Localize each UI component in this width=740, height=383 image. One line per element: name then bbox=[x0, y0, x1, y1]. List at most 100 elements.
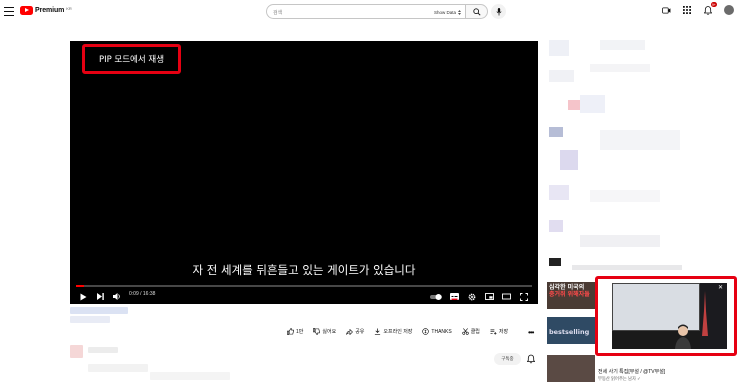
save-label: 저장 bbox=[498, 329, 509, 335]
microphone-icon bbox=[495, 7, 502, 15]
recommendation-thumbnail-2[interactable]: bestselling bbox=[547, 317, 595, 344]
autoplay-toggle-icon bbox=[430, 293, 442, 300]
search-icon bbox=[472, 7, 481, 16]
thumb2-title: bestselling bbox=[549, 328, 590, 336]
offline-save-label: 오프라인 저장 bbox=[383, 329, 413, 335]
progress-bar[interactable] bbox=[76, 285, 532, 287]
bell-icon bbox=[704, 5, 712, 15]
blur-block bbox=[549, 258, 561, 266]
blur-block bbox=[549, 70, 574, 82]
thumbs-down-icon bbox=[313, 328, 321, 335]
logo-text: Premium bbox=[35, 7, 65, 14]
fullscreen-button[interactable] bbox=[519, 291, 529, 302]
voice-search-button[interactable] bbox=[491, 4, 506, 19]
more-actions-button[interactable]: ••• bbox=[528, 328, 534, 337]
play-icon bbox=[80, 293, 86, 300]
create-button[interactable] bbox=[661, 5, 671, 15]
dislike-button[interactable]: 싫어요 bbox=[313, 328, 336, 335]
subscriber-count-blurred bbox=[88, 364, 148, 372]
gear-icon bbox=[468, 293, 476, 300]
pip-recommendation-title[interactable]: 전세 사기 특집[부설 / @TV부설] bbox=[598, 368, 665, 375]
channel-name-blurred[interactable] bbox=[88, 347, 118, 353]
thumb-title-line-2: 충거쥐 위해자들 bbox=[549, 291, 590, 298]
pip-close-icon[interactable]: ✕ bbox=[718, 284, 723, 291]
share-icon bbox=[346, 328, 354, 335]
blur-block bbox=[568, 100, 580, 110]
blur-block bbox=[590, 64, 650, 72]
pip-presenter-image bbox=[675, 324, 691, 349]
video-player[interactable]: PIP 모드에서 재생 자 전 세계를 뒤흔들고 있는 게이트가 있습니다 0:… bbox=[70, 41, 538, 304]
like-button[interactable]: 1만 bbox=[287, 328, 303, 335]
blur-block bbox=[560, 150, 578, 170]
progress-played bbox=[76, 285, 84, 287]
notifications-button[interactable]: 9+ bbox=[703, 2, 717, 15]
apps-grid-icon bbox=[683, 6, 691, 14]
subtitles-button[interactable] bbox=[449, 291, 459, 302]
subscribe-button[interactable]: 구독중 bbox=[494, 353, 521, 365]
share-button[interactable]: 공유 bbox=[346, 328, 364, 335]
theater-mode-button[interactable] bbox=[501, 291, 511, 302]
theater-mode-icon bbox=[501, 293, 511, 300]
show-data-toggle[interactable]: Show Data bbox=[434, 8, 461, 16]
blur-block bbox=[580, 235, 660, 247]
autoplay-toggle[interactable] bbox=[430, 291, 442, 302]
miniplayer-icon bbox=[484, 293, 494, 300]
blur-block bbox=[590, 190, 660, 202]
show-data-label: Show Data bbox=[433, 9, 456, 15]
hamburger-menu-icon[interactable] bbox=[4, 7, 14, 16]
subtitles-icon bbox=[449, 293, 459, 300]
volume-icon bbox=[113, 293, 120, 300]
pip-recommendation-channel[interactable]: 부동산 읽어주는 남자 ✓ bbox=[598, 376, 641, 382]
pip-mode-label: PIP 모드에서 재생 bbox=[98, 55, 165, 65]
save-playlist-button[interactable]: 저장 bbox=[490, 328, 508, 335]
miniplayer-button[interactable] bbox=[484, 291, 494, 302]
thumbs-up-icon bbox=[287, 328, 294, 335]
rec-text-blurred bbox=[598, 362, 599, 367]
blur-block bbox=[600, 130, 680, 150]
play-button[interactable] bbox=[78, 291, 88, 302]
blur-block bbox=[580, 95, 605, 113]
search-placeholder: 검색 bbox=[273, 10, 283, 16]
pip-window[interactable]: ✕ bbox=[595, 276, 737, 356]
clip-label: 클립 bbox=[470, 329, 480, 335]
blur-block bbox=[549, 40, 569, 56]
logo-region: KR bbox=[66, 5, 72, 11]
updown-arrow-icon bbox=[458, 9, 461, 15]
search-bar: 검색 Show Data bbox=[266, 4, 488, 19]
volume-button[interactable] bbox=[112, 291, 122, 302]
account-avatar[interactable] bbox=[724, 5, 734, 15]
top-bar: Premium KR 검색 Show Data 9+ bbox=[0, 0, 740, 24]
blur-block bbox=[572, 265, 682, 270]
dislike-label: 싫어요 bbox=[322, 329, 337, 335]
skip-next-icon bbox=[96, 293, 104, 300]
recommendation-thumbnail-3[interactable] bbox=[547, 355, 595, 382]
clip-button[interactable]: 클립 bbox=[461, 328, 480, 335]
thanks-label: THANKS bbox=[431, 328, 452, 335]
thanks-button[interactable]: THANKS bbox=[422, 328, 452, 335]
subscribe-label: 구독중 bbox=[501, 356, 514, 361]
blur-block bbox=[600, 40, 645, 50]
like-count: 1만 bbox=[296, 329, 304, 335]
video-title-blurred bbox=[70, 307, 128, 314]
search-button[interactable] bbox=[465, 4, 488, 19]
video-camera-icon bbox=[661, 6, 670, 14]
recommendation-thumbnail-1[interactable]: 심각한 미국의 충거쥐 위해자들 bbox=[547, 282, 595, 309]
download-icon bbox=[375, 328, 381, 335]
pip-video[interactable]: ✕ bbox=[612, 283, 727, 349]
thanks-icon bbox=[422, 328, 430, 335]
channel-avatar-blurred[interactable] bbox=[70, 345, 83, 358]
video-title-blurred-2 bbox=[70, 316, 110, 323]
subscription-bell-icon[interactable] bbox=[527, 354, 535, 364]
offline-save-button[interactable]: 오프라인 저장 bbox=[374, 328, 412, 335]
thumb-title-line-1: 심각한 미국의 bbox=[549, 284, 585, 291]
settings-button[interactable] bbox=[467, 291, 477, 302]
video-actions: 1만 싫어요 공유 오프라인 저장 THANKS 클립 저장 bbox=[287, 328, 508, 335]
share-label: 공유 bbox=[355, 329, 365, 335]
youtube-premium-logo[interactable]: Premium KR bbox=[20, 6, 72, 15]
player-controls bbox=[70, 289, 538, 304]
next-button[interactable] bbox=[95, 291, 105, 302]
apps-button[interactable] bbox=[682, 5, 692, 15]
video-caption: 자 전 세계를 뒤흔들고 있는 게이트가 있습니다 bbox=[192, 263, 416, 277]
pip-mode-tooltip: PIP 모드에서 재생 bbox=[82, 44, 181, 74]
search-input[interactable]: 검색 Show Data bbox=[266, 4, 465, 19]
